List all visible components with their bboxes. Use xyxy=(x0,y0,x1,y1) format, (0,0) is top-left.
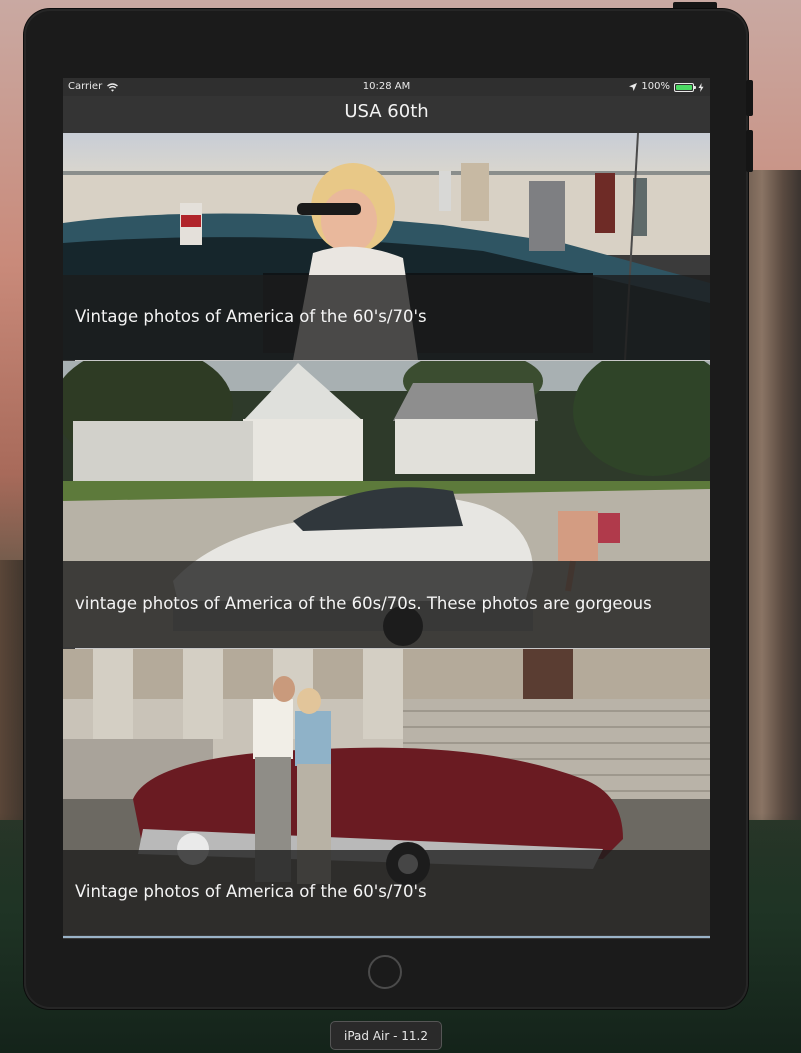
cell-separator xyxy=(63,936,710,938)
photo-caption: Vintage photos of America of the 60's/70… xyxy=(63,850,710,935)
list-item[interactable]: Vintage photos of America of the 60's/70… xyxy=(63,649,710,935)
status-bar: Carrier 10:28 AM 100% xyxy=(63,78,710,96)
desktop-wallpaper-rock xyxy=(741,170,801,820)
device-screen: Carrier 10:28 AM 100% USA 60th Vintage p… xyxy=(63,78,710,939)
volume-down-button xyxy=(746,130,753,172)
home-button[interactable] xyxy=(368,955,402,989)
nav-title: USA 60th xyxy=(344,101,429,122)
battery-percent: 100% xyxy=(641,81,670,92)
device-name: iPad Air - 11.2 xyxy=(344,1029,428,1043)
photo-caption: vintage photos of America of the 60s/70s… xyxy=(63,561,710,647)
navigation-bar: USA 60th xyxy=(63,96,710,133)
battery-icon xyxy=(674,82,696,92)
photo-feed[interactable]: Vintage photos of America of the 60's/70… xyxy=(63,133,710,939)
location-arrow-icon xyxy=(629,83,638,91)
list-item[interactable]: vintage photos of America of the 60s/70s… xyxy=(63,361,710,647)
simulator-device-label: iPad Air - 11.2 xyxy=(330,1021,442,1050)
list-item[interactable]: Vintage photos of America of the 60's/70… xyxy=(63,133,710,360)
photo-caption: Vintage photos of America of the 60's/70… xyxy=(63,275,710,360)
status-time: 10:28 AM xyxy=(362,81,411,92)
volume-up-button xyxy=(746,80,753,116)
charging-bolt-icon xyxy=(698,82,704,92)
